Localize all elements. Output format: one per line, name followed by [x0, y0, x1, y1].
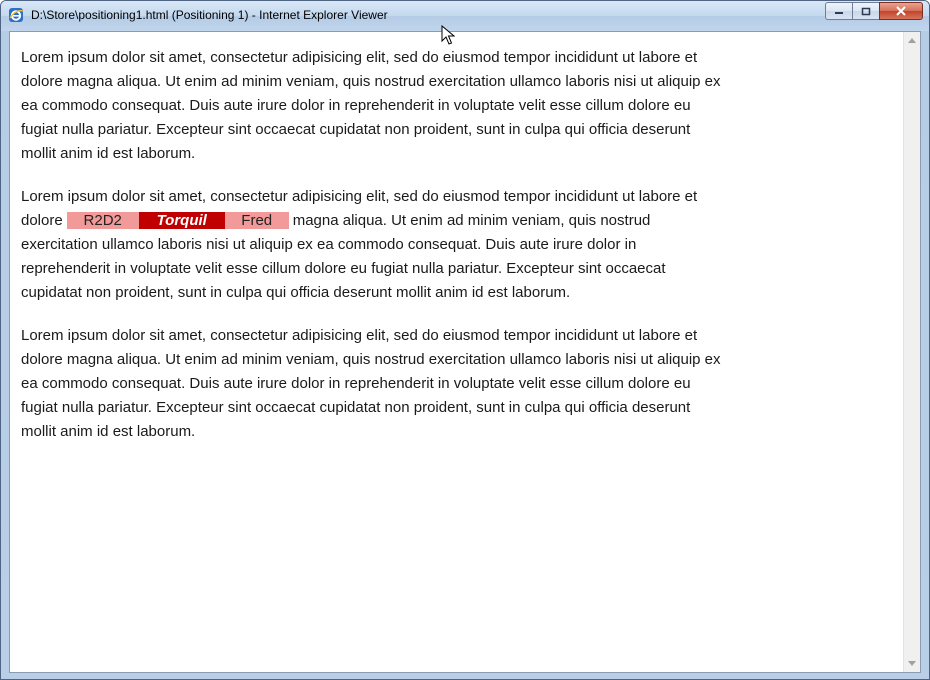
scroll-up-arrow-icon[interactable]: [908, 38, 916, 43]
maximize-button[interactable]: [852, 2, 879, 20]
browser-window: D:\Store\positioning1.html (Positioning …: [0, 0, 930, 680]
scroll-down-arrow-icon[interactable]: [908, 661, 916, 666]
positioned-boxes: R2D2 Torquil Fred: [66, 212, 289, 229]
document-viewport[interactable]: Lorem ipsum dolor sit amet, consectetur …: [9, 31, 921, 673]
caption-buttons: [825, 2, 923, 21]
minimize-button[interactable]: [825, 2, 852, 20]
internet-explorer-icon: [9, 8, 24, 22]
window-title: D:\Store\positioning1.html (Positioning …: [31, 8, 388, 22]
paragraph-1: Lorem ipsum dolor sit amet, consectetur …: [21, 49, 721, 162]
paragraph-3: Lorem ipsum dolor sit amet, consectetur …: [21, 327, 721, 440]
title-bar[interactable]: D:\Store\positioning1.html (Positioning …: [1, 1, 929, 31]
box-fred: Fred: [224, 212, 289, 229]
vertical-scrollbar[interactable]: [903, 32, 920, 672]
box-torquil: Torquil: [138, 212, 225, 229]
paragraph-2: Lorem ipsum dolor sit amet, consectetur …: [21, 185, 721, 305]
minimize-icon: [835, 12, 843, 14]
mouse-pointer-icon: [441, 25, 455, 45]
maximize-icon: [861, 7, 871, 15]
close-button[interactable]: [879, 2, 923, 20]
close-icon: [896, 6, 906, 16]
document-content: Lorem ipsum dolor sit amet, consectetur …: [21, 46, 721, 463]
box-r2d2: R2D2: [66, 212, 139, 229]
